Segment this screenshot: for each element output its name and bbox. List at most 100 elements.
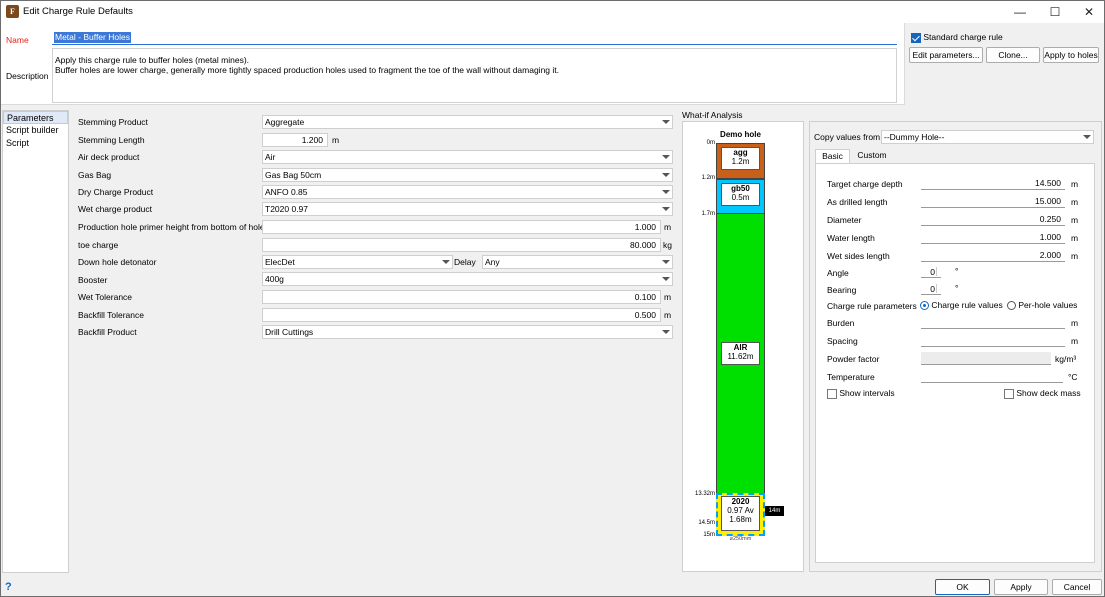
- segment-air-label: AIR 11.62m: [721, 342, 760, 365]
- tab-custom[interactable]: Custom: [851, 149, 893, 163]
- depth-label-5: 15m: [703, 532, 715, 538]
- per-hole-values-label: Per-hole values: [1018, 300, 1078, 310]
- clone-button[interactable]: Clone...: [986, 47, 1040, 63]
- toe-charge-input[interactable]: 80.000: [262, 238, 661, 252]
- burden-input[interactable]: [921, 316, 1065, 329]
- spacing-label: Spacing: [827, 336, 858, 346]
- charge-rule-actions: Standard charge rule Edit parameters... …: [904, 23, 1104, 105]
- agg-length: 1.2m: [731, 157, 750, 166]
- copy-values-select[interactable]: --Dummy Hole--: [881, 130, 1094, 144]
- wet-charge-select[interactable]: T2020 0.97: [262, 202, 673, 216]
- spacing-unit: m: [1071, 336, 1079, 346]
- primer-height-input[interactable]: 1.000: [262, 220, 661, 234]
- target-depth-input[interactable]: 14.500: [921, 177, 1065, 190]
- nav-parameters[interactable]: Parameters: [3, 111, 68, 124]
- show-intervals-checkbox[interactable]: Show intervals: [827, 388, 895, 399]
- nav-script-builder[interactable]: Script builder: [3, 124, 68, 137]
- name-input[interactable]: Metal - Buffer Holes: [52, 31, 897, 45]
- stemming-length-input[interactable]: 1.200: [262, 133, 328, 147]
- wet-tolerance-input[interactable]: 0.100: [262, 290, 661, 304]
- chevron-down-icon: [662, 207, 670, 211]
- checkbox-unchecked-icon: [1004, 388, 1014, 399]
- powder-factor-unit: kg/m³: [1055, 354, 1077, 364]
- radio-per-hole-values[interactable]: Per-hole values: [1007, 300, 1078, 311]
- radio-selected-icon: [920, 301, 929, 311]
- gb50-length: 0.5m: [731, 193, 750, 202]
- stemming-length-label: Stemming Length: [78, 135, 145, 145]
- detonator-select[interactable]: ElecDet: [262, 255, 453, 269]
- show-deck-mass-checkbox[interactable]: Show deck mass: [1004, 388, 1081, 399]
- bearing-label: Bearing: [827, 285, 857, 295]
- depth-label-4: 14.5m: [698, 520, 715, 526]
- wet-tolerance-unit: m: [664, 292, 672, 302]
- description-input[interactable]: Apply this charge rule to buffer holes (…: [52, 48, 897, 103]
- help-icon[interactable]: ?: [5, 581, 12, 593]
- angle-label: Angle: [827, 268, 849, 278]
- show-intervals-label: Show intervals: [839, 388, 895, 398]
- apply-to-holes-button[interactable]: Apply to holes: [1043, 47, 1099, 63]
- tab-basic[interactable]: Basic: [815, 149, 850, 163]
- delay-value: Any: [485, 257, 500, 267]
- angle-spinner[interactable]: 0: [921, 266, 941, 278]
- segment-t2020-label: 2020 0.97 Av 1.68m: [721, 496, 760, 531]
- chevron-down-icon: [662, 155, 670, 159]
- target-depth-unit: m: [1071, 179, 1079, 189]
- booster-label: Booster: [78, 275, 108, 285]
- radio-charge-rule-values[interactable]: Charge rule values: [920, 300, 1003, 311]
- standard-charge-rule-checkbox[interactable]: Standard charge rule: [911, 32, 1003, 43]
- chevron-down-icon: [662, 330, 670, 334]
- detonator-value: ElecDet: [265, 257, 295, 267]
- description-line-1: Apply this charge rule to buffer holes (…: [55, 55, 250, 65]
- cancel-button[interactable]: Cancel: [1052, 579, 1102, 595]
- delay-select[interactable]: Any: [482, 255, 673, 269]
- charge-rule-params-label: Charge rule parameters: [827, 301, 917, 311]
- spacing-input[interactable]: [921, 334, 1065, 347]
- segment-agg-label: agg 1.2m: [721, 147, 760, 170]
- gas-bag-select[interactable]: Gas Bag 50cm: [262, 168, 673, 182]
- maximize-button[interactable]: ☐: [1038, 1, 1072, 23]
- apply-button[interactable]: Apply: [994, 579, 1048, 595]
- standard-charge-rule-label: Standard charge rule: [923, 32, 1003, 42]
- chevron-down-icon: [662, 277, 670, 281]
- chevron-down-icon: [442, 260, 450, 264]
- temperature-input[interactable]: [921, 370, 1063, 383]
- water-length-input[interactable]: 1.000: [921, 231, 1065, 244]
- whatif-panel: Demo hole 0m 1.2m 1.7m 13.32m 14.5m 15m …: [682, 121, 804, 572]
- primer-height-unit: m: [664, 222, 672, 232]
- minimize-button[interactable]: —: [1003, 1, 1037, 23]
- agg-name: agg: [733, 148, 748, 157]
- t2020-density: 0.97 Av: [727, 506, 754, 515]
- depth-label-3: 13.32m: [694, 491, 715, 497]
- chevron-down-icon: [662, 120, 670, 124]
- edit-parameters-button[interactable]: Edit parameters...: [909, 47, 983, 63]
- booster-select[interactable]: 400g: [262, 272, 673, 286]
- checkbox-checked-icon: [911, 32, 921, 43]
- powder-factor-input: [921, 352, 1051, 365]
- burden-label: Burden: [827, 318, 855, 328]
- wet-tolerance-label: Wet Tolerance: [78, 292, 133, 302]
- dry-charge-value: ANFO 0.85: [265, 187, 308, 197]
- backfill-tolerance-input[interactable]: 0.500: [262, 308, 661, 322]
- chevron-down-icon: [662, 260, 670, 264]
- diameter-input[interactable]: 0.250: [921, 213, 1065, 226]
- drilled-length-input[interactable]: 15.000: [921, 195, 1065, 208]
- air-deck-label: Air deck product: [78, 152, 140, 162]
- charge-rule-values-label: Charge rule values: [931, 300, 1003, 310]
- ok-button[interactable]: OK: [935, 579, 990, 595]
- powder-factor-label: Powder factor: [827, 354, 880, 364]
- bearing-unit: °: [955, 283, 959, 293]
- dry-charge-label: Dry Charge Product: [78, 187, 154, 197]
- dry-charge-select[interactable]: ANFO 0.85: [262, 185, 673, 199]
- air-deck-select[interactable]: Air: [262, 150, 673, 164]
- app-icon: F: [6, 5, 19, 18]
- name-value: Metal - Buffer Holes: [54, 32, 131, 43]
- water-length-unit: m: [1071, 233, 1079, 243]
- depth-label-2: 1.7m: [701, 211, 715, 217]
- toe-charge-label: toe charge: [78, 240, 119, 250]
- bearing-spinner[interactable]: 0: [921, 283, 941, 295]
- nav-script[interactable]: Script: [3, 137, 68, 150]
- wet-sides-input[interactable]: 2.000: [921, 249, 1065, 262]
- close-button[interactable]: ✕: [1072, 1, 1105, 23]
- stemming-product-select[interactable]: Aggregate: [262, 115, 673, 129]
- backfill-product-select[interactable]: Drill Cuttings: [262, 325, 673, 339]
